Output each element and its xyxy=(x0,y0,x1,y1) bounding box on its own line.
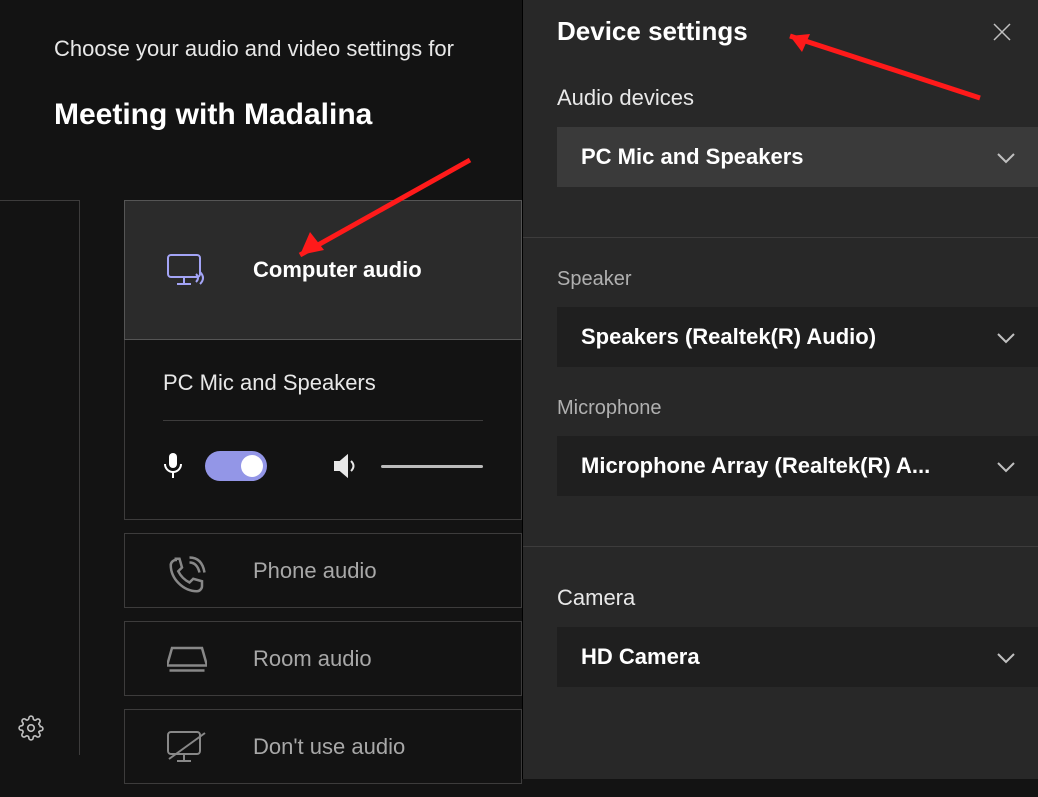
mic-toggle[interactable] xyxy=(205,451,267,481)
option-label: Phone audio xyxy=(253,558,377,584)
option-computer-audio[interactable]: Computer audio xyxy=(124,200,522,340)
chevron-down-icon xyxy=(996,151,1016,163)
chevron-down-icon xyxy=(996,331,1016,343)
divider xyxy=(163,420,483,421)
dropdown-value: Speakers (Realtek(R) Audio) xyxy=(581,324,876,350)
no-audio-icon xyxy=(167,731,207,763)
option-dont-use-audio[interactable]: Don't use audio xyxy=(124,709,522,784)
dropdown-value: PC Mic and Speakers xyxy=(581,144,804,170)
close-icon[interactable] xyxy=(990,20,1014,44)
option-phone-audio[interactable]: Phone audio xyxy=(124,533,522,608)
speaker-dropdown[interactable]: Speakers (Realtek(R) Audio) xyxy=(557,307,1038,367)
room-icon xyxy=(167,643,207,675)
microphone-label: Microphone xyxy=(557,397,1038,420)
dropdown-value: HD Camera xyxy=(581,644,700,670)
device-settings-panel: Device settings Audio devices PC Mic and… xyxy=(522,0,1038,779)
meeting-title: Meeting with Madalina xyxy=(54,98,522,132)
choose-label: Choose your audio and video settings for xyxy=(54,36,522,62)
device-selected-label: PC Mic and Speakers xyxy=(163,370,483,396)
computer-audio-subpanel: PC Mic and Speakers xyxy=(124,340,522,520)
chevron-down-icon xyxy=(996,460,1016,472)
camera-label: Camera xyxy=(557,585,1038,611)
speaker-icon xyxy=(333,453,359,479)
option-label: Room audio xyxy=(253,646,372,672)
option-label: Computer audio xyxy=(253,257,422,283)
panel-title: Device settings xyxy=(557,16,748,47)
option-label: Don't use audio xyxy=(253,734,405,760)
audio-devices-dropdown[interactable]: PC Mic and Speakers xyxy=(557,127,1038,187)
divider xyxy=(523,237,1038,238)
left-rail xyxy=(0,200,80,755)
volume-slider[interactable] xyxy=(381,465,483,468)
divider xyxy=(523,546,1038,547)
dropdown-value: Microphone Array (Realtek(R) A... xyxy=(581,453,930,479)
speaker-label: Speaker xyxy=(557,268,1038,291)
chevron-down-icon xyxy=(996,651,1016,663)
phone-icon xyxy=(167,555,207,587)
option-room-audio[interactable]: Room audio xyxy=(124,621,522,696)
gear-icon[interactable] xyxy=(18,715,44,741)
computer-audio-icon xyxy=(167,254,207,286)
camera-dropdown[interactable]: HD Camera xyxy=(557,627,1038,687)
microphone-dropdown[interactable]: Microphone Array (Realtek(R) A... xyxy=(557,436,1038,496)
microphone-icon xyxy=(163,453,183,479)
audio-devices-label: Audio devices xyxy=(557,85,1038,111)
